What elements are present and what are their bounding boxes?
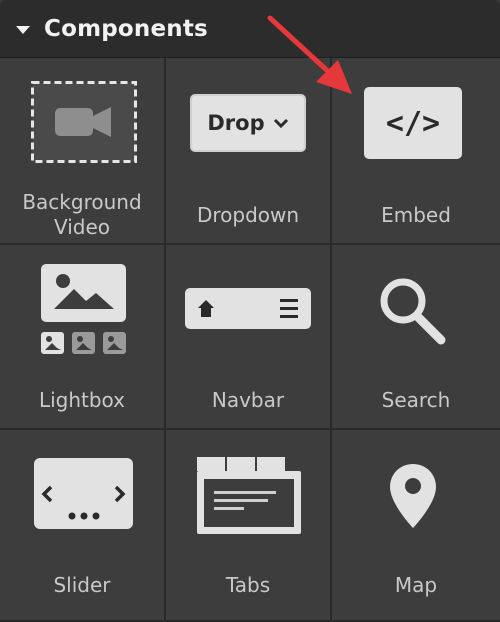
dropdown-icon: Drop: [190, 94, 306, 152]
component-tabs[interactable]: Tabs: [166, 430, 332, 622]
component-label: Background: [22, 190, 142, 214]
component-label: Slider: [53, 573, 111, 597]
tabs-icon: [197, 457, 301, 534]
component-background-video[interactable]: Background Video: [0, 58, 166, 245]
component-label: Search: [381, 388, 451, 412]
component-lightbox[interactable]: Lightbox: [0, 245, 166, 430]
component-label: Navbar: [211, 388, 285, 412]
component-dropdown[interactable]: Drop Dropdown: [166, 58, 332, 245]
component-label: Map: [394, 573, 438, 597]
component-label-line2: Video: [53, 215, 111, 239]
map-pin-icon: [390, 464, 436, 528]
component-label: Tabs: [225, 573, 271, 597]
component-label: Embed: [381, 203, 451, 227]
dropdown-icon-text: Drop: [207, 111, 265, 135]
component-search[interactable]: Search: [332, 245, 500, 430]
components-panel: Components Background Video Drop Dropdow…: [0, 0, 500, 622]
component-navbar[interactable]: Navbar: [166, 245, 332, 430]
search-icon: [380, 278, 446, 345]
background-video-icon: [31, 81, 137, 163]
chevron-down-icon: [273, 118, 288, 129]
section-title: Components: [44, 15, 208, 42]
slider-icon: [34, 458, 133, 529]
lightbox-icon: [41, 264, 126, 354]
components-grid: Background Video Drop Dropdown </> Embed: [0, 58, 500, 622]
components-section-header[interactable]: Components: [0, 0, 500, 58]
embed-code-icon: </>: [364, 87, 462, 159]
component-label: Dropdown: [196, 203, 300, 227]
component-slider[interactable]: Slider: [0, 430, 166, 622]
component-map[interactable]: Map: [332, 430, 500, 622]
embed-code-text: </>: [385, 105, 441, 141]
component-embed[interactable]: </> Embed: [332, 58, 500, 245]
navbar-icon: [185, 288, 311, 329]
collapse-caret-icon[interactable]: [16, 25, 30, 34]
component-label: Lightbox: [38, 388, 126, 412]
